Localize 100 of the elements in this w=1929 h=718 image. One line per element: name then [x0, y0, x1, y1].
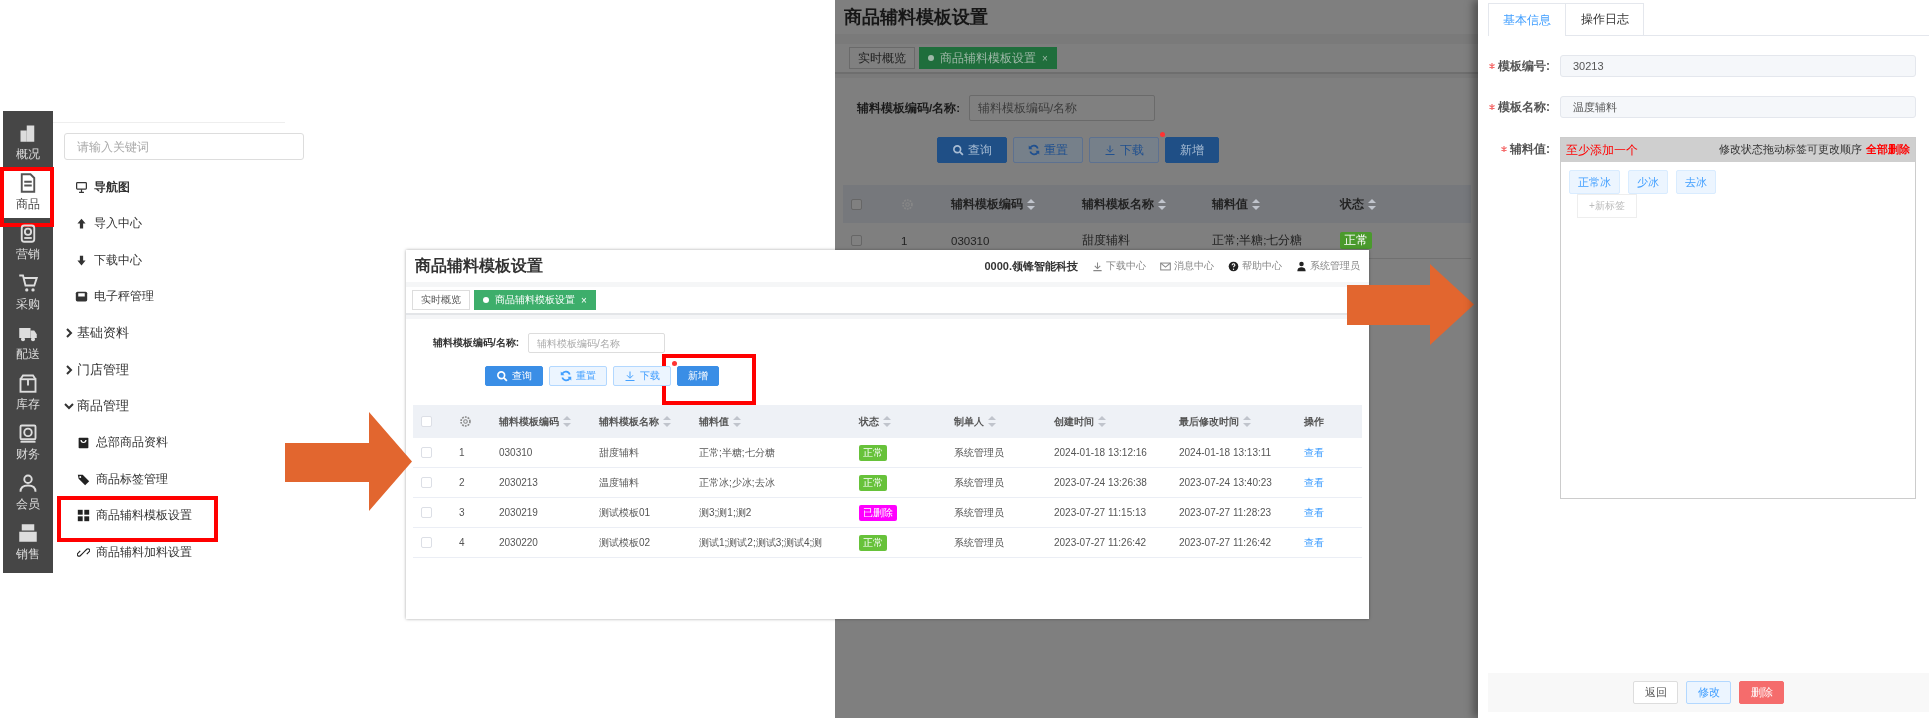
status-badge: 正常	[859, 534, 887, 551]
table-cell: 正常;半糖;七分糖	[1212, 233, 1303, 248]
toolbar-button[interactable]: 查询	[485, 366, 543, 386]
highlight-frame	[0, 167, 54, 227]
notification-dot	[1160, 132, 1165, 137]
view-link[interactable]: 查看	[1304, 535, 1324, 550]
sort-icon[interactable]	[1368, 198, 1376, 210]
safe-icon	[18, 423, 38, 443]
table-cell: 3	[459, 507, 465, 518]
checkbox[interactable]	[851, 235, 862, 246]
view-link[interactable]: 查看	[1304, 445, 1324, 460]
input-field[interactable]: 30213	[1560, 55, 1916, 77]
notification-dot	[672, 361, 677, 366]
help-icon	[1228, 260, 1239, 272]
header-link[interactable]: 消息中心	[1160, 259, 1214, 273]
tag-chip[interactable]: 去冰	[1676, 170, 1716, 194]
header-link[interactable]: 下载中心	[1092, 259, 1146, 273]
table-cell: 2030219	[499, 507, 538, 518]
table-cell: 系统管理员	[954, 475, 1004, 490]
id-badge-icon	[18, 223, 38, 243]
page-tab[interactable]: 商品辅料模板设置 ×	[474, 290, 596, 310]
edit-button[interactable]: 修改	[1686, 681, 1731, 704]
field-label: 辅料模板编码/名称:	[431, 336, 519, 350]
nav-rail-item[interactable]: 财务	[3, 418, 53, 468]
status-badge: 正常	[1340, 232, 1372, 249]
delete-button[interactable]: 删除	[1739, 681, 1784, 704]
menu-group[interactable]: 商品管理	[64, 388, 285, 425]
tag-chip[interactable]: 少冰	[1628, 170, 1668, 194]
toolbar-button[interactable]: 新增	[1165, 137, 1219, 163]
view-link[interactable]: 查看	[1304, 505, 1324, 520]
table-cell: 甜度辅料	[599, 445, 639, 460]
menu-item[interactable]: 导航图	[64, 169, 285, 206]
nav-rail-item[interactable]: 配送	[3, 318, 53, 368]
toolbar-button[interactable]: 新增	[677, 366, 719, 386]
box-icon	[18, 373, 38, 393]
company-name: 0000.领锋智能科技	[984, 258, 1078, 274]
nav-rail-item[interactable]: 库存	[3, 368, 53, 418]
sort-icon[interactable]	[563, 416, 571, 427]
tab-close-button[interactable]: ×	[581, 294, 587, 306]
nav-rail-item[interactable]: 销售	[3, 518, 53, 568]
table-cell: 4	[459, 537, 465, 548]
toolbar-button[interactable]: 查询	[937, 137, 1007, 163]
page-tab[interactable]: 实时概览	[412, 290, 470, 310]
page-tab[interactable]: 商品辅料模板设置 ×	[919, 47, 1057, 69]
sort-icon[interactable]	[883, 416, 891, 427]
menu-item[interactable]: 下载中心	[64, 242, 285, 279]
sort-icon[interactable]	[733, 416, 741, 427]
column-header: 操作	[1304, 414, 1324, 429]
menu-item[interactable]: 总部商品资料	[77, 435, 168, 451]
search-icon	[496, 370, 508, 382]
sort-icon[interactable]	[1243, 416, 1251, 427]
menu-item[interactable]: 导入中心	[64, 205, 285, 242]
tag-chip[interactable]: 正常冰	[1569, 170, 1620, 194]
drawer-tab[interactable]: 操作日志	[1566, 3, 1644, 35]
drawer-tab[interactable]: 基本信息	[1488, 3, 1566, 36]
menu-item[interactable]: 电子秤管理	[64, 278, 285, 315]
sort-icon[interactable]	[1098, 416, 1106, 427]
tag-icon	[77, 472, 90, 486]
nav-rail-item[interactable]: 概况	[3, 118, 53, 168]
warning-text: 至少添加一个	[1566, 141, 1638, 159]
toolbar-button[interactable]: 重置	[549, 366, 607, 386]
column-header: 状态	[1340, 196, 1364, 212]
mail-icon	[1160, 260, 1171, 272]
column-header: 辅料模板名称	[599, 414, 659, 429]
clear-all-link[interactable]: 全部删除	[1866, 143, 1910, 157]
header-link[interactable]: 帮助中心	[1228, 259, 1282, 273]
settings-icon[interactable]	[459, 415, 472, 428]
page-tab[interactable]: 实时概览	[849, 47, 915, 69]
table-cell: 2024-01-18 13:12:16	[1054, 447, 1147, 458]
menu-item[interactable]: 商品标签管理	[77, 471, 168, 487]
menu-group[interactable]: 基础资料	[64, 315, 285, 352]
table-cell: 正常冰;少冰;去冰	[699, 475, 775, 490]
column-header: 辅料值	[699, 414, 729, 429]
nav-rail-item[interactable]: 采购	[3, 268, 53, 318]
nav-rail-item[interactable]: 会员	[3, 468, 53, 518]
search-field[interactable]: 辅料模板编码/名称	[969, 95, 1155, 121]
download-icon	[624, 370, 636, 382]
toolbar-button[interactable]: 下载	[613, 366, 671, 386]
table-cell: 030310	[499, 447, 533, 458]
menu-item[interactable]: 商品辅料加料设置	[77, 544, 192, 560]
sort-icon[interactable]	[988, 416, 996, 427]
sort-icon[interactable]	[663, 416, 671, 427]
checkbox[interactable]	[851, 198, 862, 210]
status-badge: 已删除	[859, 504, 897, 521]
view-link[interactable]: 查看	[1304, 475, 1324, 490]
header-link[interactable]: 系统管理员	[1296, 259, 1360, 273]
tab-close-button[interactable]: ×	[1042, 52, 1048, 64]
nav-rail-item[interactable]: 营销	[3, 218, 53, 268]
menu-group[interactable]: 门店管理	[64, 351, 285, 388]
table-cell: 2024-01-18 13:13:11	[1179, 447, 1272, 458]
table-cell: 甜度辅料	[1082, 233, 1130, 248]
table-cell: 2023-07-27 11:26:42	[1179, 537, 1272, 548]
sort-icon[interactable]	[1027, 198, 1035, 210]
input-field[interactable]: 温度辅料	[1560, 96, 1916, 118]
back-button[interactable]: 返回	[1633, 681, 1678, 704]
user-icon	[18, 473, 38, 493]
menu-item[interactable]: 商品辅料模板设置	[77, 508, 192, 524]
sort-icon[interactable]	[1252, 198, 1260, 210]
download-icon	[1104, 144, 1116, 156]
sort-icon[interactable]	[1158, 198, 1166, 210]
